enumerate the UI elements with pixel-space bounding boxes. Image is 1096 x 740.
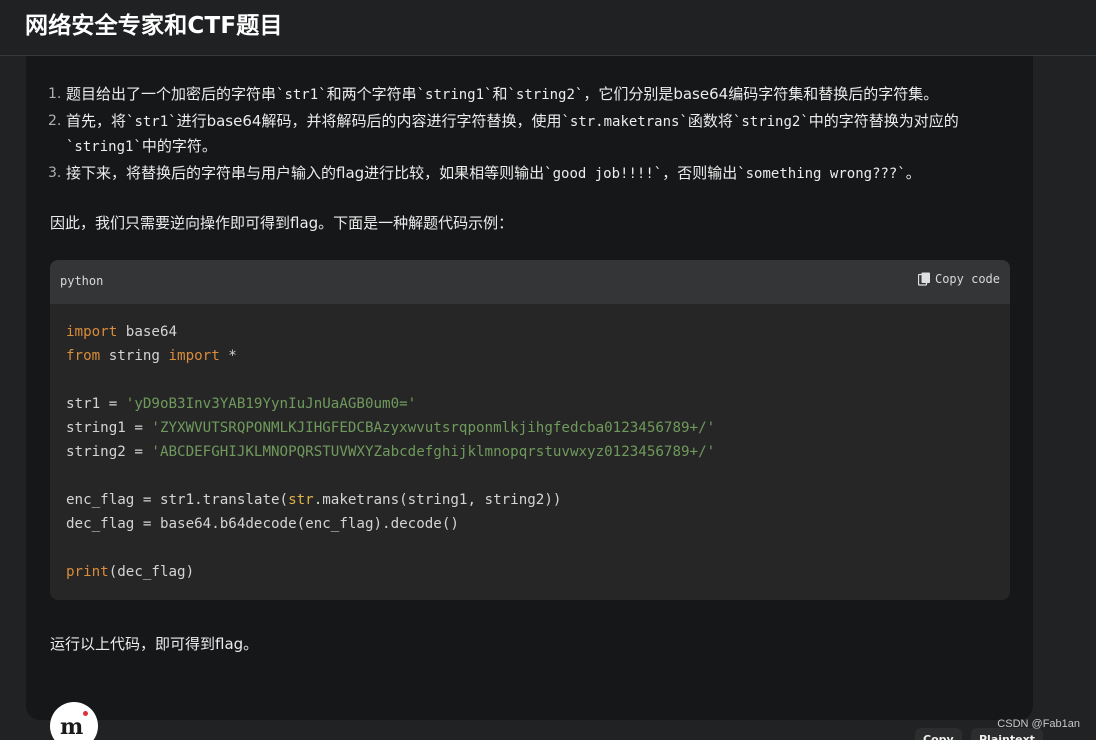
code-line: str1 = 'yD9oB3Inv3YAB19YynIuJnUaAGB0um0=… [66, 392, 715, 416]
code-line: string2 = 'ABCDEFGHIJKLMNOPQRSTUVWXYZabc… [66, 440, 715, 464]
step-item: 3. 接下来，将替换后的字符串与用户输入的flag进行比较，如果相等则输出`goo… [48, 161, 1015, 186]
code-token: 'ABCDEFGHIJKLMNOPQRSTUVWXYZabcdefghijklm… [151, 444, 716, 460]
step-text: 中的字符。 [141, 137, 217, 155]
code-token: import [168, 348, 220, 364]
page-title: 网络安全专家和CTF题目 [25, 13, 283, 39]
watermark: CSDN @Fab1an [997, 718, 1080, 730]
step-text: 中的字符替换为对应的 [808, 112, 959, 130]
inline-code: `string1` [416, 87, 493, 103]
code-token: dec_flag = base64.b64decode(enc_flag).de… [66, 516, 459, 532]
copy-code-button[interactable]: Copy code [917, 272, 1000, 286]
step-text: 首先，将 [66, 112, 127, 130]
step-item: 2. 首先，将`str1`进行base64解码，并将解码后的内容进行字符替换，使用… [48, 109, 1015, 159]
code-token: string2 = [66, 444, 152, 460]
code-token: print [66, 564, 109, 580]
copy-button[interactable]: Copy [915, 728, 962, 740]
code-header: python Copy code [50, 260, 1010, 304]
code-token: base64 [117, 324, 178, 340]
code-line: enc_flag = str1.translate(str.maketrans(… [66, 488, 715, 512]
step-text: 接下来，将替换后的字符串与用户输入的flag进行比较，如果相等则输出 [66, 164, 545, 182]
code-line: import base64 [66, 320, 715, 344]
code-language-label: python [60, 274, 104, 288]
code-token: .maketrans(string1, string2)) [313, 492, 562, 508]
code-token: import [66, 324, 118, 340]
intro-text: 因此，我们只需要逆向操作即可得到flag。下面是一种解题代码示例： [50, 214, 514, 232]
step-text: 函数将 [687, 112, 733, 130]
step-item: 1. 题目给出了一个加密后的字符串`str1`和两个字符串`string1`和`s… [48, 82, 1015, 107]
code-token: string [100, 348, 169, 364]
step-text: ，否则输出 [662, 164, 738, 182]
inline-code: `something wrong???` [737, 166, 906, 182]
inline-code: `string2` [507, 87, 584, 103]
step-number: 1. [48, 86, 62, 102]
code-token: from [66, 348, 101, 364]
step-number: 2. [48, 113, 62, 129]
step-text: 和 [492, 85, 508, 103]
code-line: string1 = 'ZYXWVUTSRQPONMLKJIHGFEDCBAzyx… [66, 416, 715, 440]
avatar-letter: m [60, 714, 84, 740]
step-number: 3. [48, 165, 62, 181]
code-line: from string import * [66, 344, 715, 368]
code-token: str [288, 492, 314, 508]
copy-code-label: Copy code [934, 272, 1000, 286]
inline-code: `good job!!!!` [544, 166, 663, 182]
avatar-dot [83, 711, 88, 716]
code-line: print(dec_flag) [66, 560, 715, 584]
step-text: 题目给出了一个加密后的字符串 [66, 85, 277, 103]
code-token: 'yD9oB3Inv3YAB19YynIuJnUaAGB0um0=' [125, 396, 417, 412]
clipboard-icon [917, 272, 930, 286]
inline-code: `str.maketrans` [561, 114, 688, 130]
answer-card: 1. 题目给出了一个加密后的字符串`str1`和两个字符串`string1`和`s… [26, 56, 1033, 720]
step-text: 。 [905, 164, 921, 182]
step-text: 和两个字符串 [326, 85, 417, 103]
inline-code: `str1` [126, 114, 177, 130]
inline-code: `str1` [276, 87, 327, 103]
code-token: * [219, 348, 237, 364]
code-token: str1 = [66, 396, 126, 412]
code-token: enc_flag = str1.translate( [66, 492, 289, 508]
code-token: 'ZYXWVUTSRQPONMLKJIHGFEDCBAzyxwvutsrqpon… [151, 420, 716, 436]
code-token: string1 = [66, 420, 152, 436]
inline-code: `string1` [66, 139, 142, 155]
step-text: 进行base64解码，并将解码后的内容进行字符替换，使用 [176, 112, 562, 130]
code-body: import base64 from string import * str1 = … [66, 320, 715, 584]
code-block: python Copy code import base64 from strin… [50, 260, 1010, 600]
inline-code: `string2` [732, 114, 809, 130]
outro-text: 运行以上代码，即可得到flag。 [50, 635, 259, 653]
top-bar: 网络安全专家和CTF题目 [0, 0, 1096, 56]
steps-list: 1. 题目给出了一个加密后的字符串`str1`和两个字符串`string1`和`s… [48, 82, 1015, 188]
page: 网络安全专家和CTF题目 1. 题目给出了一个加密后的字符串`str1`和两个字符… [0, 0, 1096, 740]
code-line: dec_flag = base64.b64decode(enc_flag).de… [66, 512, 715, 536]
code-token: (dec_flag) [108, 564, 195, 580]
step-text: ，它们分别是base64编码字符集和替换后的字符集。 [583, 85, 939, 103]
